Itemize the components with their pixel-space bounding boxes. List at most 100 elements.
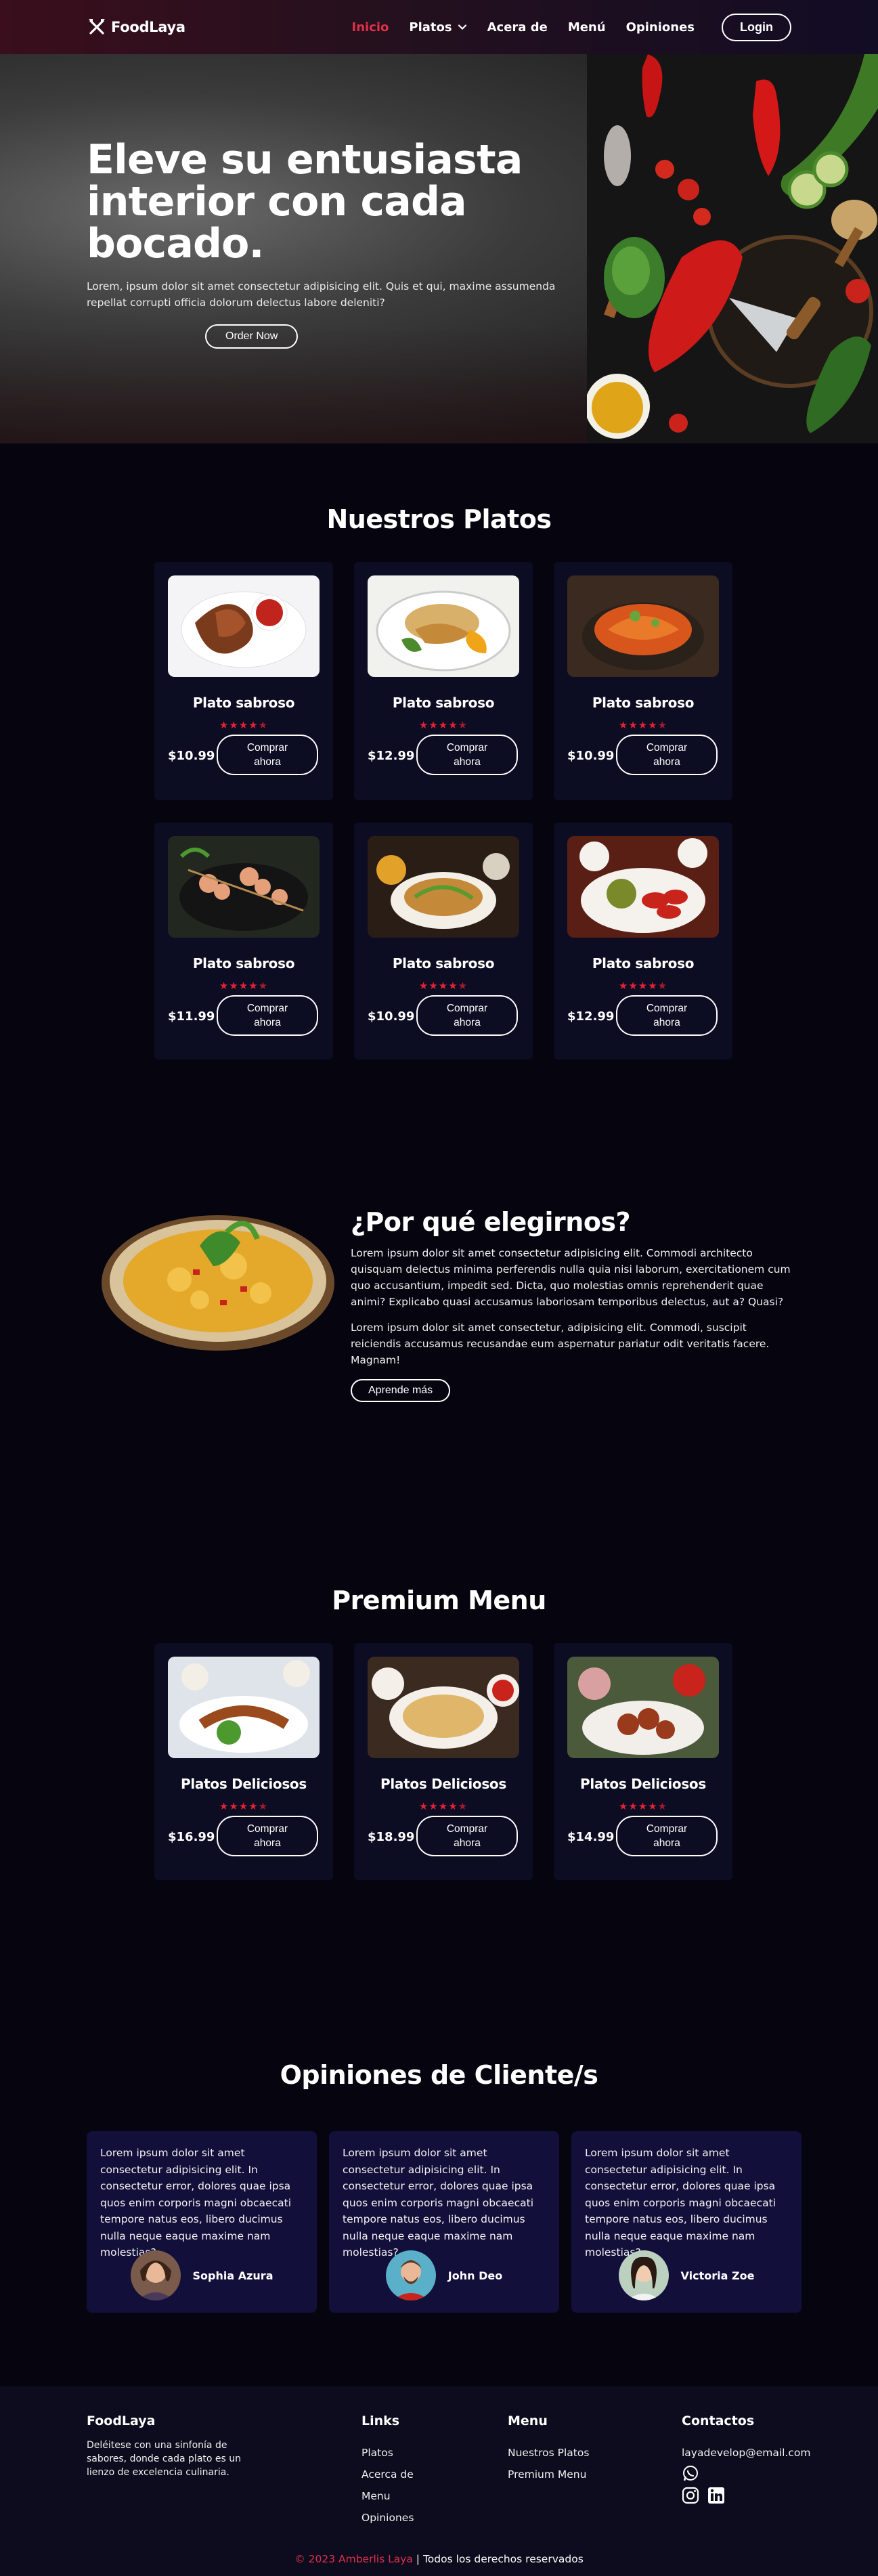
premium-dish-image	[168, 1657, 320, 1758]
nav-links: Inicio Platos Acera de Menú Opiniones Lo…	[352, 13, 791, 41]
why-section: ¿Por qué elegirnos? Lorem ipsum dolor si…	[351, 1207, 797, 1402]
testimonial-name: Victoria Zoe	[680, 2269, 755, 2282]
hero-subtitle: Lorem, ipsum dolor sit amet consectetur …	[87, 280, 556, 309]
order-now-button[interactable]: Order Now	[205, 324, 299, 349]
hero-title: Eleve su entusiasta interior con cada bo…	[87, 136, 523, 267]
whatsapp-icon[interactable]	[682, 2465, 699, 2483]
testimonial-author: Sophia Azura	[87, 2250, 317, 2300]
dish-price: $12.99	[368, 749, 415, 763]
dish-rating-stars: ★★★★★	[219, 980, 269, 992]
testimonial-text: Lorem ipsum dolor sit amet consectetur a…	[100, 2147, 291, 2258]
buy-now-button[interactable]: Comprar ahora	[416, 735, 518, 775]
why-dish-image	[102, 1215, 334, 1351]
premium-dish-price: $18.99	[368, 1830, 415, 1844]
nav-link-inicio[interactable]: Inicio	[352, 20, 389, 35]
footer-contacts-title: Contactos	[682, 2414, 755, 2428]
buy-now-button[interactable]: Comprar ahora	[416, 1816, 518, 1856]
linkedin-icon[interactable]	[707, 2487, 725, 2504]
dish-rating-stars: ★★★★★	[418, 980, 468, 992]
buy-now-button[interactable]: Comprar ahora	[217, 995, 318, 1036]
footer-contacts: Contactos layadevelop@email.com	[682, 2414, 810, 2504]
dish-card: Plato sabroso ★★★★★ $11.99 Comprar ahora	[154, 823, 333, 1060]
dish-image	[168, 836, 320, 938]
dish-rating-stars: ★★★★★	[618, 719, 668, 731]
dish-name: Plato sabroso	[192, 955, 295, 972]
buy-now-button[interactable]: Comprar ahora	[616, 1816, 718, 1856]
dish-name: Plato sabroso	[192, 695, 295, 711]
footer-link-acerca-de[interactable]: Acerca de	[361, 2464, 414, 2485]
testimonials-title: Opiniones de Cliente/s	[280, 2060, 598, 2090]
footer-email[interactable]: layadevelop@email.com	[682, 2442, 810, 2464]
dish-card: Plato sabroso ★★★★★ $10.99 Comprar ahora	[554, 562, 732, 800]
footer-copyright: © 2023 Amberlis Laya | Todos los derecho…	[0, 2553, 878, 2565]
buy-now-button[interactable]: Comprar ahora	[616, 735, 718, 775]
footer-link-menu[interactable]: Menu	[361, 2485, 414, 2507]
footer-link-platos[interactable]: Platos	[361, 2442, 414, 2464]
dish-price: $12.99	[567, 1009, 615, 1024]
dish-name: Plato sabroso	[392, 955, 495, 972]
login-button[interactable]: Login	[722, 13, 791, 41]
dish-name: Plato sabroso	[592, 695, 695, 711]
premium-rating-stars: ★★★★★	[219, 1800, 269, 1812]
dishes-title: Nuestros Platos	[326, 504, 552, 534]
dish-price: $10.99	[567, 749, 615, 763]
dish-name: Plato sabroso	[392, 695, 495, 711]
premium-card: Platos Deliciosos ★★★★★ $14.99 Comprar a…	[554, 1643, 732, 1880]
footer: FoodLaya Deléitese con una sinfonía de s…	[0, 2386, 878, 2576]
premium-dish-name: Platos Deliciosos	[380, 1776, 506, 1792]
testimonial-author: John Deo	[329, 2250, 559, 2300]
premium-dish-name: Platos Deliciosos	[580, 1776, 706, 1792]
footer-menu-premium[interactable]: Premium Menu	[508, 2464, 589, 2485]
hero-section: Eleve su entusiasta interior con cada bo…	[0, 54, 878, 443]
testimonial-card: Lorem ipsum dolor sit amet consectetur a…	[329, 2131, 559, 2313]
premium-card: Platos Deliciosos ★★★★★ $16.99 Comprar a…	[154, 1643, 333, 1880]
rights-text: | Todos los derechos reservados	[412, 2553, 584, 2565]
nav-link-menu[interactable]: Menú	[568, 20, 606, 35]
dish-price: $10.99	[368, 1009, 415, 1024]
why-paragraph-2: Lorem ipsum dolor sit amet consectetur, …	[351, 1322, 770, 1366]
dish-card: Plato sabroso ★★★★★ $10.99 Comprar ahora	[154, 562, 333, 800]
testimonial-text: Lorem ipsum dolor sit amet consectetur a…	[343, 2147, 533, 2258]
testimonial-name: John Deo	[447, 2269, 503, 2282]
dish-image	[168, 575, 320, 677]
testimonial-name: Sophia Azura	[192, 2269, 273, 2282]
utensils-logo-icon	[89, 19, 105, 35]
nav-link-platos[interactable]: Platos	[409, 20, 466, 35]
dish-image	[368, 836, 519, 938]
brand-name: FoodLaya	[111, 19, 185, 35]
learn-more-button[interactable]: Aprende más	[351, 1379, 451, 1402]
footer-brand: FoodLaya	[87, 2414, 156, 2428]
nav-link-acera-de[interactable]: Acera de	[487, 20, 548, 35]
dish-price: $11.99	[168, 1009, 215, 1024]
premium-title: Premium Menu	[332, 1586, 546, 1615]
hero-text: Eleve su entusiasta interior con cada bo…	[87, 139, 588, 349]
buy-now-button[interactable]: Comprar ahora	[217, 1816, 318, 1856]
nav-link-opiniones[interactable]: Opiniones	[626, 20, 695, 35]
dish-card: Plato sabroso ★★★★★ $12.99 Comprar ahora	[554, 823, 732, 1060]
avatar	[130, 2250, 181, 2300]
footer-description: Deléitese con una sinfonía de sabores, d…	[87, 2440, 242, 2478]
brand-logo[interactable]: FoodLaya	[87, 17, 185, 37]
premium-rating-stars: ★★★★★	[418, 1800, 468, 1812]
dish-rating-stars: ★★★★★	[219, 719, 269, 731]
navbar: FoodLaya Inicio Platos Acera de Menú Opi…	[0, 0, 878, 54]
buy-now-button[interactable]: Comprar ahora	[616, 995, 718, 1036]
buy-now-button[interactable]: Comprar ahora	[416, 995, 518, 1036]
instagram-icon[interactable]	[682, 2487, 699, 2504]
premium-dish-price: $16.99	[168, 1830, 215, 1844]
premium-dish-image	[368, 1657, 519, 1758]
testimonial-card: Lorem ipsum dolor sit amet consectetur a…	[87, 2131, 317, 2313]
footer-menu-nuestros-platos[interactable]: Nuestros Platos	[508, 2442, 589, 2464]
testimonial-text: Lorem ipsum dolor sit amet consectetur a…	[585, 2147, 776, 2258]
footer-menu-title: Menu	[508, 2414, 548, 2428]
premium-dish-name: Platos Deliciosos	[181, 1776, 307, 1792]
footer-links: Links Platos Acerca de Menu Opiniones	[361, 2414, 414, 2529]
premium-dish-image	[567, 1657, 719, 1758]
footer-link-opiniones[interactable]: Opiniones	[361, 2507, 414, 2529]
why-title: ¿Por qué elegirnos?	[351, 1207, 631, 1237]
buy-now-button[interactable]: Comprar ahora	[217, 735, 318, 775]
footer-menu: Menu Nuestros Platos Premium Menu	[508, 2414, 589, 2485]
chevron-down-icon	[458, 24, 466, 30]
footer-links-title: Links	[361, 2414, 400, 2428]
dish-rating-stars: ★★★★★	[618, 980, 668, 992]
